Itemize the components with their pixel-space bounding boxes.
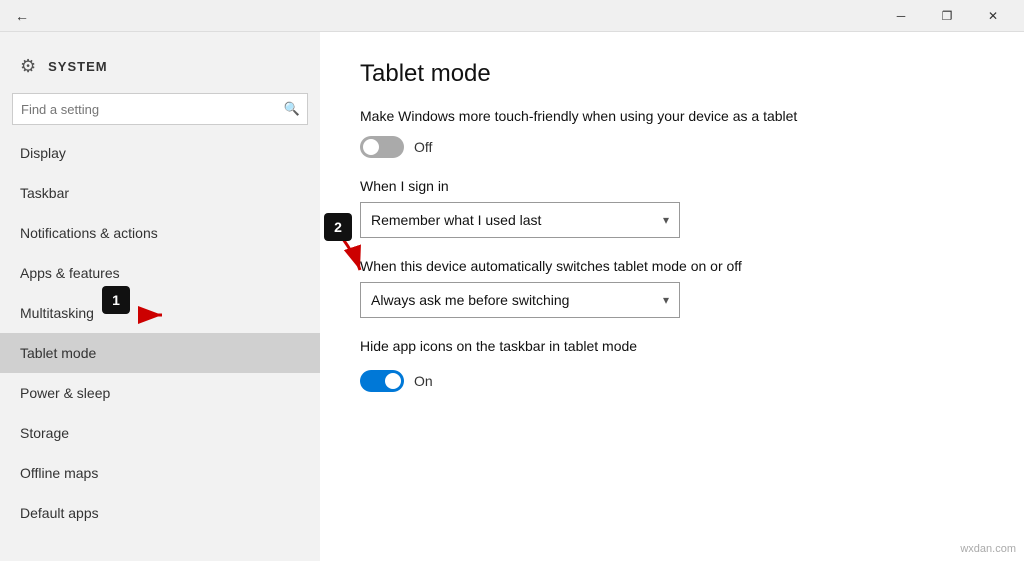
hide-icons-toggle-row: On (360, 370, 984, 392)
sidebar-item-apps[interactable]: Apps & features (0, 253, 320, 293)
sidebar-item-notifications[interactable]: Notifications & actions (0, 213, 320, 253)
chevron-down-icon: ▾ (663, 213, 669, 227)
auto-switch-label: When this device automatically switches … (360, 258, 984, 274)
content-area: Tablet mode Make Windows more touch-frie… (320, 32, 1024, 561)
watermark: wxdan.com (960, 543, 1016, 555)
auto-switch-value: Always ask me before switching (371, 292, 569, 308)
title-bar: ← ─ ❐ ✕ (0, 0, 1024, 32)
touch-toggle[interactable] (360, 136, 404, 158)
minimize-button[interactable]: ─ (878, 0, 924, 32)
sign-in-value: Remember what I used last (371, 212, 541, 228)
sidebar-item-display[interactable]: Display (0, 133, 320, 173)
touch-toggle-row: Off (360, 136, 984, 158)
hide-icons-toggle[interactable] (360, 370, 404, 392)
auto-switch-select[interactable]: Always ask me before switching ▾ (360, 282, 680, 318)
sign-in-label: When I sign in (360, 178, 984, 194)
restore-button[interactable]: ❐ (924, 0, 970, 32)
hide-icons-label: Hide app icons on the taskbar in tablet … (360, 338, 840, 354)
search-icon: 🔍 (284, 101, 300, 117)
back-button[interactable]: ← (8, 2, 36, 30)
touch-toggle-thumb (363, 139, 379, 155)
system-icon: ⚙ (20, 56, 36, 77)
title-bar-controls: ─ ❐ ✕ (878, 0, 1016, 32)
sidebar-item-offline-maps[interactable]: Offline maps (0, 453, 320, 493)
title-bar-left: ← (8, 2, 36, 30)
sidebar-header: ⚙ SYSTEM (0, 40, 320, 93)
touch-toggle-label: Off (414, 139, 432, 155)
sidebar-item-tablet-mode[interactable]: Tablet mode (0, 333, 320, 373)
search-bar: 🔍 (12, 93, 308, 125)
sidebar-item-power-sleep[interactable]: Power & sleep (0, 373, 320, 413)
touch-setting-label: Make Windows more touch-friendly when us… (360, 108, 840, 124)
sidebar-item-default-apps[interactable]: Default apps (0, 493, 320, 533)
search-input[interactable] (12, 93, 308, 125)
sign-in-select[interactable]: Remember what I used last ▾ (360, 202, 680, 238)
sidebar: ⚙ SYSTEM 🔍 Display Taskbar Notifications… (0, 32, 320, 561)
hide-icons-toggle-thumb (385, 373, 401, 389)
hide-icons-toggle-label: On (414, 373, 433, 389)
page-title: Tablet mode (360, 60, 984, 88)
hide-icons-toggle-track (360, 370, 404, 392)
touch-toggle-track (360, 136, 404, 158)
sidebar-title: SYSTEM (48, 59, 107, 74)
sidebar-item-multitasking[interactable]: Multitasking (0, 293, 320, 333)
close-button[interactable]: ✕ (970, 0, 1016, 32)
sidebar-item-storage[interactable]: Storage (0, 413, 320, 453)
chevron-down-icon-2: ▾ (663, 293, 669, 307)
main-container: ⚙ SYSTEM 🔍 Display Taskbar Notifications… (0, 32, 1024, 561)
sidebar-item-taskbar[interactable]: Taskbar (0, 173, 320, 213)
